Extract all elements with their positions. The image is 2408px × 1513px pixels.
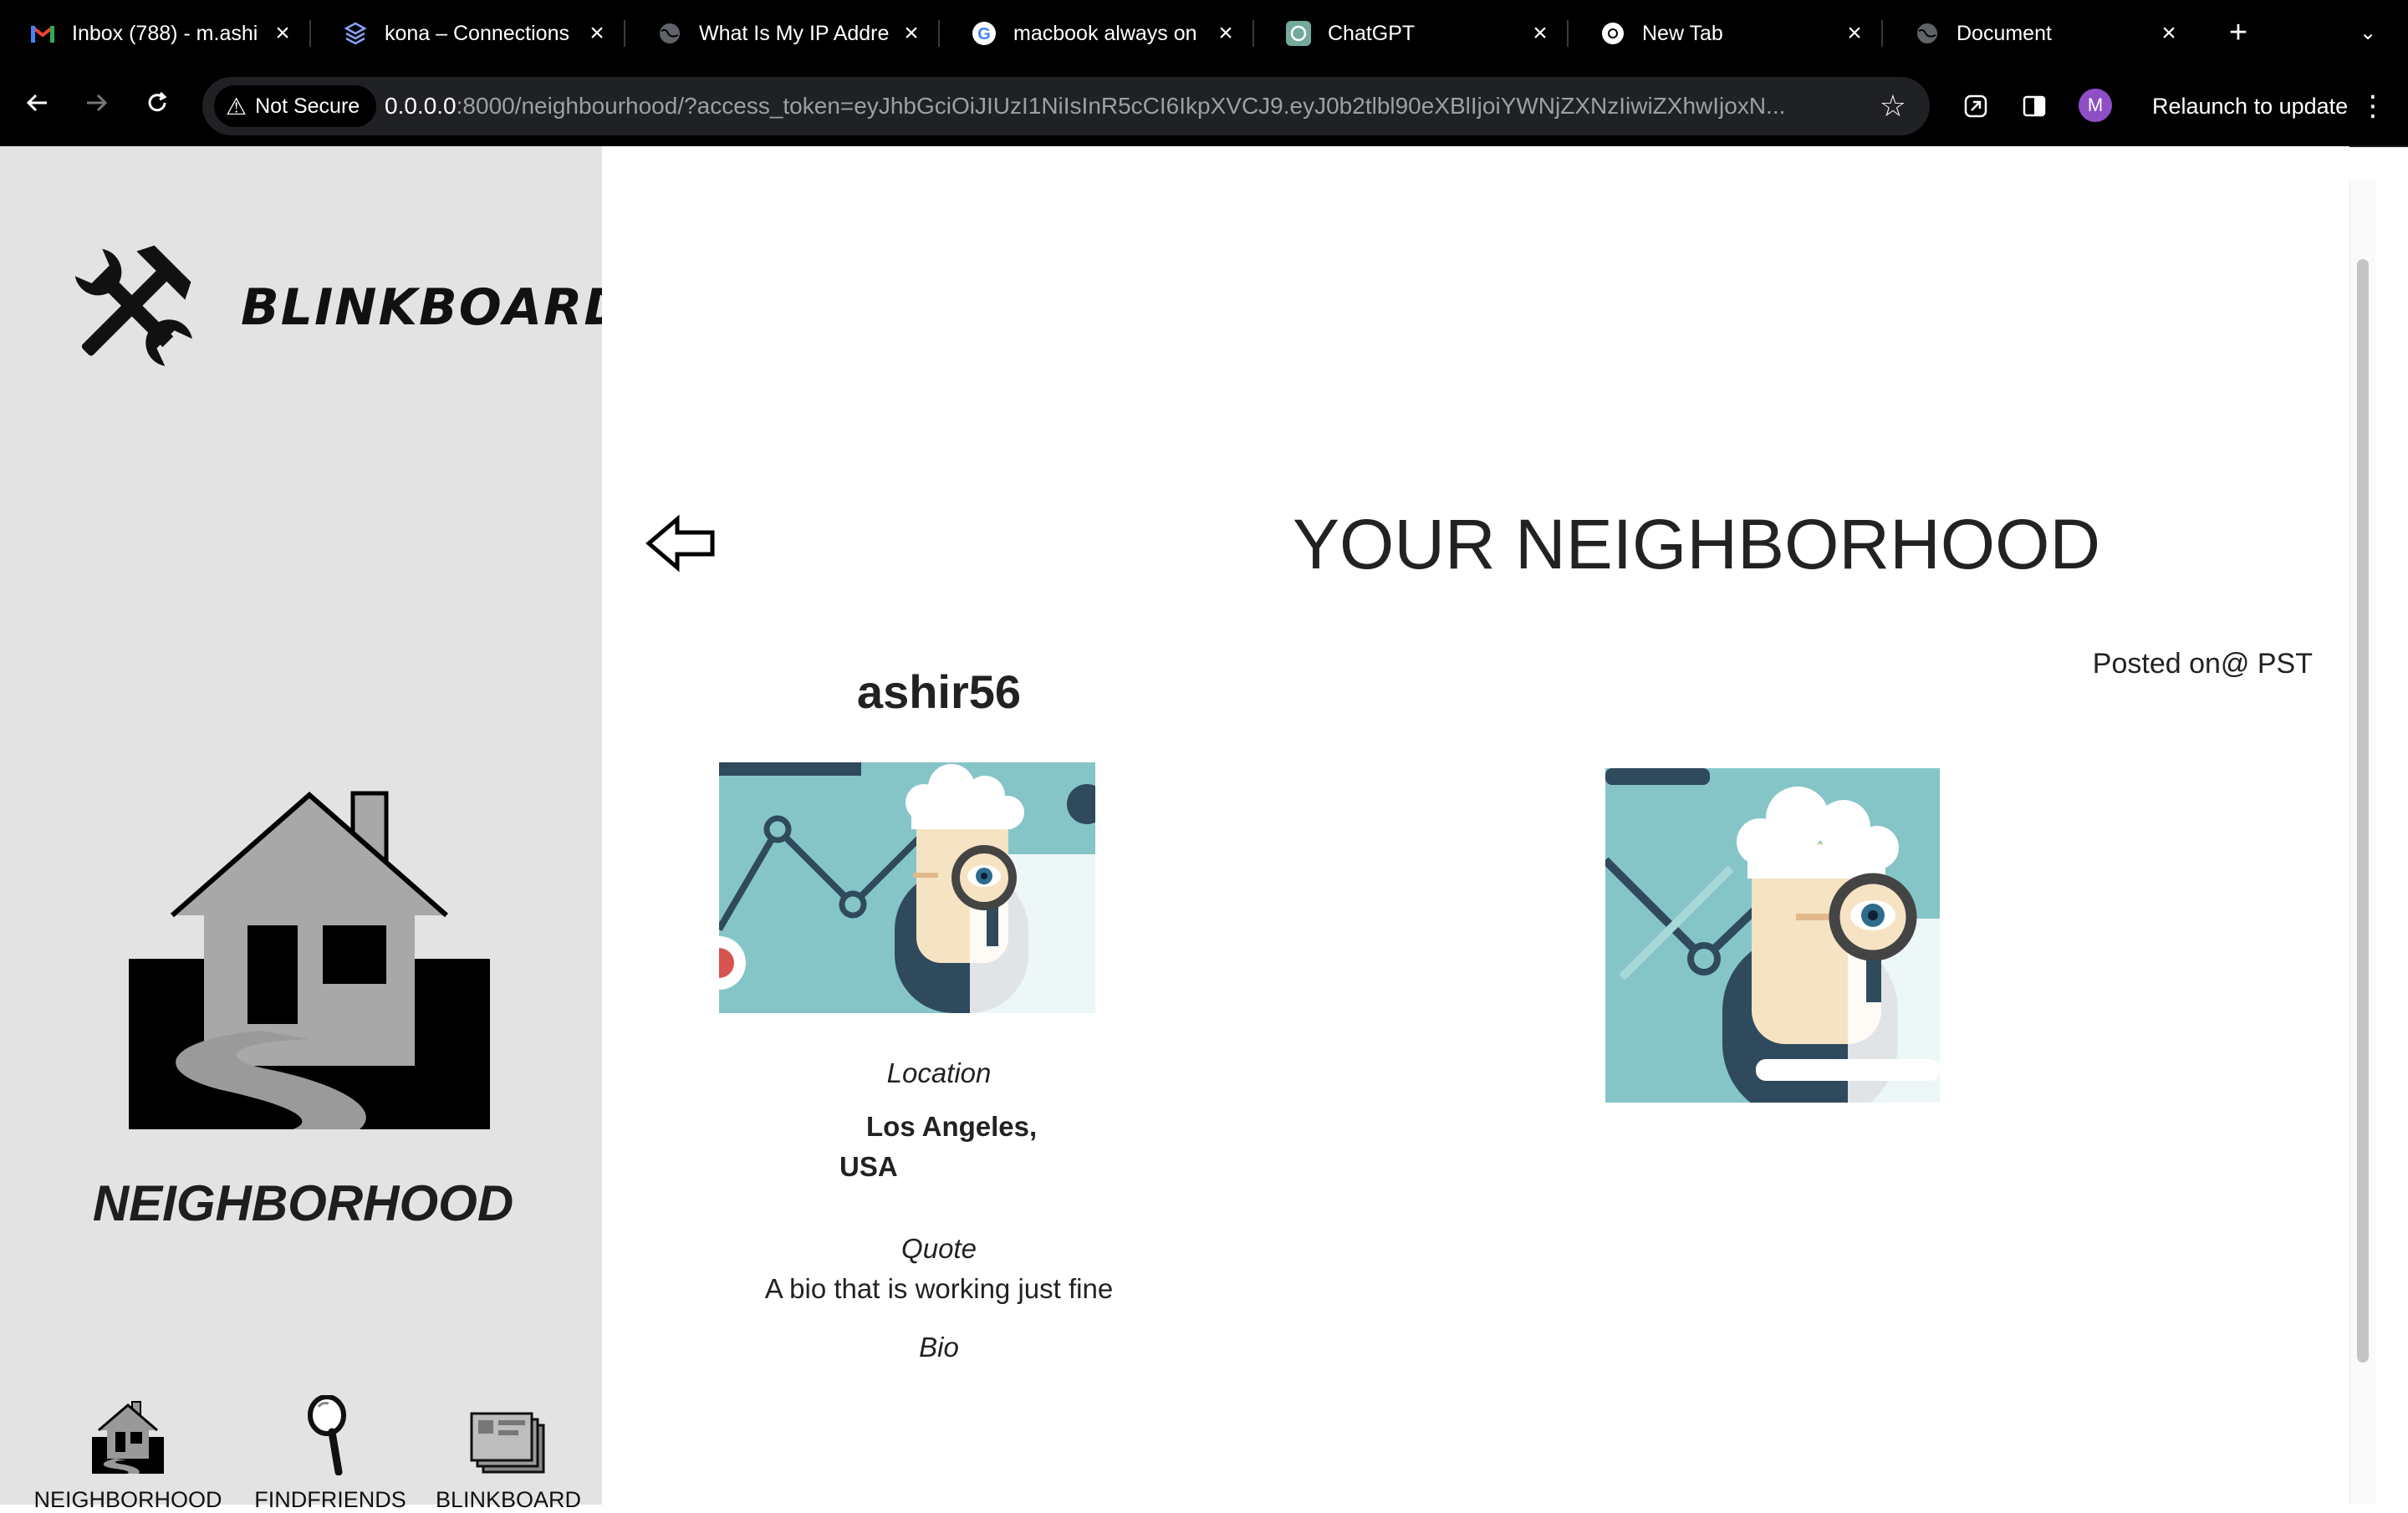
nav-label: NEIGHBORHOOD xyxy=(33,1487,222,1512)
tab-title: What Is My IP Addre xyxy=(699,21,890,45)
back-button[interactable] xyxy=(15,84,59,127)
tab-title: ChatGPT xyxy=(1328,21,1416,45)
location-city: Los Angeles, xyxy=(866,1111,1038,1142)
tab-title: Inbox (788) - m.ashi xyxy=(72,21,258,45)
neighborhood-icon xyxy=(32,1392,224,1475)
tab-google-search[interactable]: G macbook always on × xyxy=(941,0,1254,67)
sidebar: BLINKBOARD NEIGHBORHOOD NEIGHBORHOOD FIN… xyxy=(0,146,625,1512)
svg-text:G: G xyxy=(977,25,991,43)
site-info-button[interactable]: ⚠ Not Secure xyxy=(214,85,377,127)
stack-icon xyxy=(343,21,368,46)
reload-button[interactable] xyxy=(135,84,179,127)
new-tab-button[interactable]: + xyxy=(2219,13,2258,52)
close-tab-icon[interactable]: × xyxy=(1209,19,1242,48)
extension-icon[interactable] xyxy=(1956,87,1995,125)
page-title: YOUR NEIGHBORHOOD xyxy=(1293,505,2101,583)
tab-title: kona – Connections xyxy=(385,21,569,45)
nav-neighborhood[interactable]: NEIGHBORHOOD xyxy=(32,1392,224,1513)
magnifier-icon xyxy=(234,1392,426,1475)
brand[interactable]: BLINKBOARD xyxy=(60,238,627,376)
url-text[interactable]: 0.0.0.0:8000/neighbourhood/?access_token… xyxy=(385,77,1873,135)
tab-new-tab[interactable]: New Tab × xyxy=(1570,0,1883,67)
side-panel-icon[interactable] xyxy=(2015,87,2053,125)
post-image xyxy=(1605,768,1940,1103)
brand-name: BLINKBOARD xyxy=(241,278,628,337)
posted-on-text: Posted on@ PST xyxy=(2092,648,2313,680)
relaunch-button[interactable]: Relaunch to update xyxy=(2152,87,2348,125)
bookmark-star-icon[interactable]: ☆ xyxy=(1880,85,1906,127)
forward-button[interactable] xyxy=(75,84,119,127)
tab-divider xyxy=(1881,20,1883,47)
menu-icon[interactable]: ⋮ xyxy=(2358,87,2388,125)
nav-blinkboard[interactable]: BLINKBOARD xyxy=(428,1392,589,1513)
tab-document[interactable]: Document × xyxy=(1885,0,2197,67)
nav-findfriends[interactable]: FINDFRIENDS xyxy=(234,1392,426,1513)
hero-title: NEIGHBORHOOD xyxy=(92,1175,514,1231)
location-country: USA xyxy=(839,1151,898,1182)
warning-icon: ⚠ xyxy=(226,93,247,120)
close-tab-icon[interactable]: × xyxy=(2152,19,2186,48)
quote-label: Quote xyxy=(901,1233,977,1264)
tab-kona[interactable]: kona – Connections × xyxy=(313,0,625,67)
scrollbar-thumb[interactable] xyxy=(2357,259,2369,1363)
close-tab-icon[interactable]: × xyxy=(895,19,928,48)
nav-label: FINDFRIENDS xyxy=(254,1487,406,1512)
tab-title: New Tab xyxy=(1642,21,1723,45)
tab-search-chevron-icon[interactable]: ⌄ xyxy=(2353,18,2383,48)
close-tab-icon[interactable]: × xyxy=(1523,19,1557,48)
url-host: 0.0.0.0 xyxy=(385,93,457,119)
google-icon: G xyxy=(972,21,997,46)
main-content: YOUR NEIGHBORHOOD Posted on@ PST ashir56 xyxy=(602,146,2349,1505)
tab-divider xyxy=(1252,20,1254,47)
address-bar[interactable]: ⚠ Not Secure 0.0.0.0:8000/neighbourhood/… xyxy=(202,77,1930,135)
tab-chatgpt[interactable]: ChatGPT × xyxy=(1256,0,1569,67)
page-scrollbar[interactable] xyxy=(2349,180,2375,1505)
profile-picture xyxy=(719,762,1095,1013)
tab-ip-address[interactable]: What Is My IP Addre × xyxy=(627,0,940,67)
tools-logo-icon xyxy=(60,238,202,376)
close-tab-icon[interactable]: × xyxy=(1838,19,1871,48)
url-path: :8000/neighbourhood/?access_token=eyJhbG… xyxy=(456,93,1786,119)
globe-icon xyxy=(1915,21,1940,46)
back-arrow-icon[interactable] xyxy=(645,514,717,577)
chrome-icon xyxy=(1600,21,1625,46)
profile-username[interactable]: ashir56 xyxy=(719,665,1159,719)
bio-label: Bio xyxy=(919,1332,959,1363)
tab-divider xyxy=(624,20,625,47)
location-label: Location xyxy=(886,1057,992,1088)
globe-icon xyxy=(657,21,682,46)
profile-avatar[interactable]: M xyxy=(2079,89,2112,122)
close-tab-icon[interactable]: × xyxy=(266,19,299,48)
tab-gmail[interactable]: Inbox (788) - m.ashi × xyxy=(0,0,311,67)
tab-divider xyxy=(309,20,311,47)
nav-label: BLINKBOARD xyxy=(435,1487,582,1512)
security-label: Not Secure xyxy=(255,94,360,118)
stacked-boards-icon xyxy=(428,1392,589,1475)
tab-title: Document xyxy=(1956,21,2052,45)
tab-strip: Inbox (788) - m.ashi × kona – Connection… xyxy=(0,0,2408,67)
browser-toolbar: ⚠ Not Secure 0.0.0.0:8000/neighbourhood/… xyxy=(0,67,2408,147)
gmail-icon xyxy=(30,21,55,46)
tab-divider xyxy=(938,20,940,47)
chatgpt-icon xyxy=(1286,21,1311,46)
tab-title: macbook always on xyxy=(1013,21,1197,45)
neighborhood-house-icon xyxy=(125,790,493,1137)
tab-divider xyxy=(1567,20,1569,47)
quote-text: A bio that is working just fine xyxy=(764,1273,1114,1304)
close-tab-icon[interactable]: × xyxy=(580,19,614,48)
